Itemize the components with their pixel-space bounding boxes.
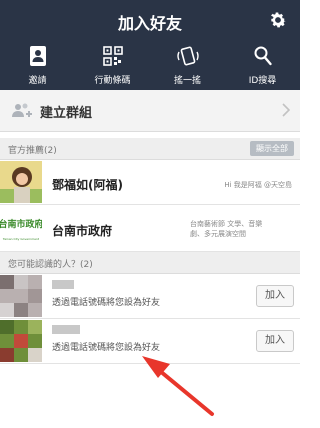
red-arrow	[142, 356, 214, 416]
